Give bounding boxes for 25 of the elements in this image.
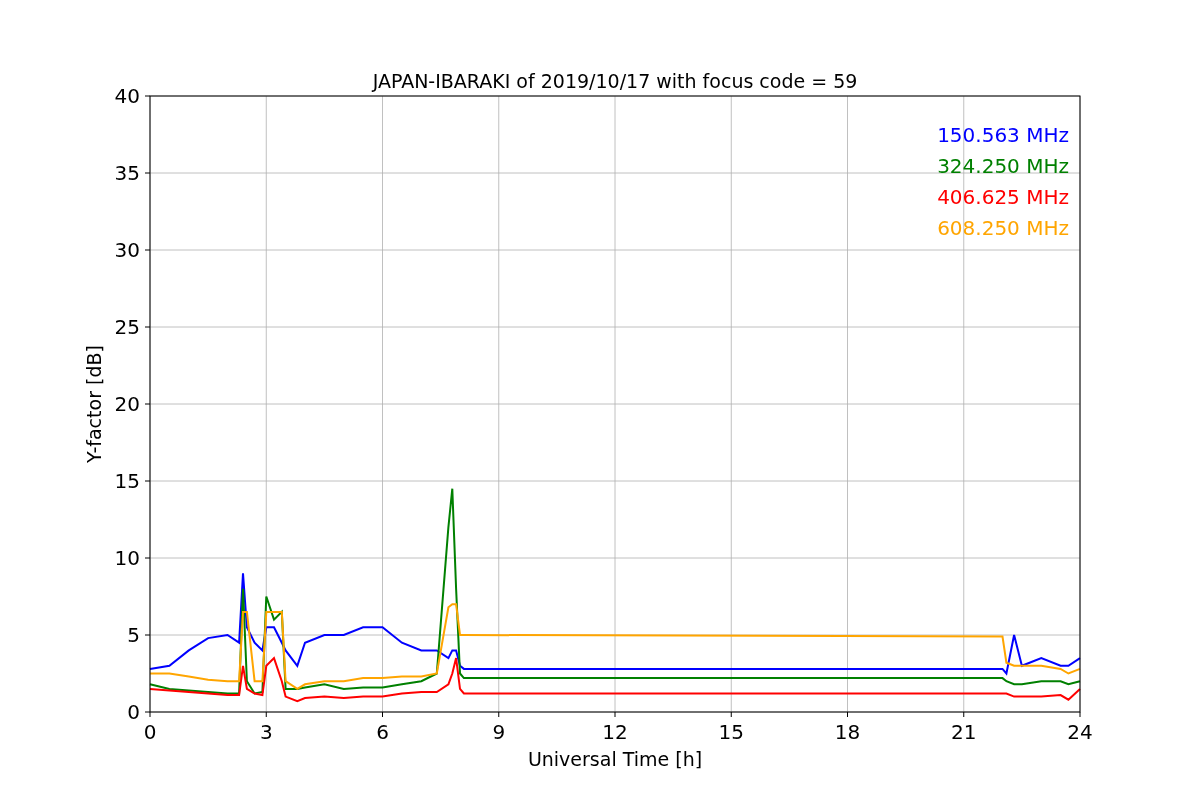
x-axis-label: Universal Time [h] <box>527 748 703 770</box>
y-tick-label: 30 <box>114 238 140 262</box>
legend-label: 150.563 MHz <box>937 123 1069 147</box>
y-tick-label: 25 <box>114 315 140 339</box>
x-tick-label: 0 <box>143 720 157 744</box>
y-tick-label: 10 <box>114 546 140 570</box>
x-tick-label: 15 <box>718 720 744 744</box>
y-tick-label: 35 <box>114 161 140 185</box>
x-tick-label: 18 <box>834 720 861 744</box>
y-tick-label: 20 <box>114 392 140 416</box>
x-tick-label: 12 <box>602 720 628 744</box>
x-tick-label: 24 <box>1067 720 1093 744</box>
y-tick-label: 15 <box>114 469 140 493</box>
y-tick-label: 5 <box>127 623 140 647</box>
x-tick-label: 3 <box>259 720 273 744</box>
x-tick-label: 9 <box>492 720 506 744</box>
legend-label: 406.625 MHz <box>937 185 1069 209</box>
y-tick-label: 0 <box>127 700 140 724</box>
legend-label: 608.250 MHz <box>937 216 1069 240</box>
x-tick-label: 6 <box>376 720 389 744</box>
legend-label: 324.250 MHz <box>937 154 1069 178</box>
x-tick-label: 21 <box>951 720 977 744</box>
chart-title: JAPAN-IBARAKI of 2019/10/17 with focus code = 59 <box>372 70 858 92</box>
y-axis-label: Y-factor [dB] <box>83 345 105 463</box>
y-tick-label: 40 <box>114 84 140 108</box>
